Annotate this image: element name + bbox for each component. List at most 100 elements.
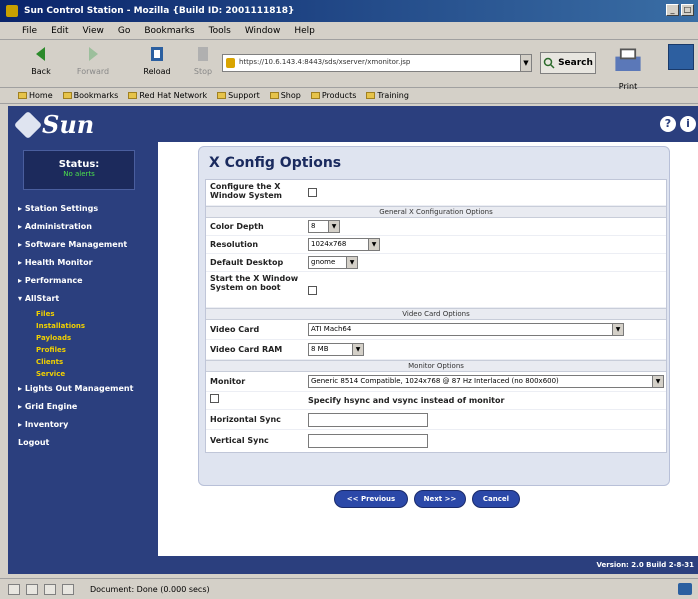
folder-icon bbox=[366, 92, 376, 99]
back-button[interactable]: Back bbox=[22, 44, 60, 76]
color-depth-label: Color Depth bbox=[210, 222, 264, 231]
wizard-buttons: << Previous Next >> Cancel bbox=[334, 490, 520, 508]
resolution-label: Resolution bbox=[210, 240, 259, 249]
sidebar-item-administration[interactable]: ▸ Administration bbox=[18, 218, 158, 236]
forward-button[interactable]: Forward bbox=[74, 44, 112, 76]
address-book-icon[interactable] bbox=[62, 583, 74, 595]
info-icon[interactable]: i bbox=[680, 116, 696, 132]
url-field[interactable]: https://10.6.143.4:8443/sds/xserver/xmon… bbox=[222, 54, 524, 72]
video-card-value: ATI Mach64 bbox=[311, 325, 352, 333]
menu-go[interactable]: Go bbox=[118, 26, 130, 36]
monitor-select[interactable]: Generic 8514 Compatible, 1024x768 @ 87 H… bbox=[308, 375, 664, 388]
status-title: Status: bbox=[58, 159, 100, 170]
bookmark-support-label: Support bbox=[228, 91, 260, 100]
search-button[interactable]: Search bbox=[540, 52, 596, 74]
sidebar-subitem-payloads[interactable]: Payloads bbox=[18, 332, 158, 344]
video-ram-label: Video Card RAM bbox=[210, 345, 283, 354]
default-desktop-label: Default Desktop bbox=[210, 258, 284, 267]
menu-edit[interactable]: Edit bbox=[51, 26, 68, 36]
color-depth-row: Color Depth 8 ▼ bbox=[206, 218, 666, 236]
specify-sync-checkbox[interactable] bbox=[210, 394, 219, 403]
search-label: Search bbox=[558, 58, 593, 68]
sidebar-item-performance[interactable]: ▸ Performance bbox=[18, 272, 158, 290]
default-desktop-value: gnome bbox=[311, 258, 336, 266]
video-card-select[interactable]: ATI Mach64 ▼ bbox=[308, 323, 624, 336]
bookmark-home[interactable]: Home bbox=[18, 91, 53, 100]
home-icon bbox=[18, 92, 27, 99]
sun-logo: Sun bbox=[13, 110, 94, 139]
security-icon[interactable] bbox=[678, 583, 692, 595]
minimize-button[interactable]: _ bbox=[666, 4, 679, 16]
next-button[interactable]: Next >> bbox=[414, 490, 466, 508]
chevron-down-icon: ▼ bbox=[612, 324, 623, 335]
menu-help[interactable]: Help bbox=[294, 26, 315, 36]
menu-tools[interactable]: Tools bbox=[209, 26, 231, 36]
sidebar-item-lights-out-management[interactable]: ▸ Lights Out Management bbox=[18, 380, 158, 398]
maximize-button[interactable]: □ bbox=[681, 4, 694, 16]
sidebar-subitem-installations[interactable]: Installations bbox=[18, 320, 158, 332]
mozilla-icon bbox=[6, 5, 18, 17]
sidebar-item-inventory[interactable]: ▸ Inventory bbox=[18, 416, 158, 434]
start-x-checkbox[interactable] bbox=[308, 286, 317, 295]
bookmark-products-label: Products bbox=[321, 91, 357, 100]
menu-view[interactable]: View bbox=[83, 26, 104, 36]
bookmark-products[interactable]: Products bbox=[310, 91, 357, 100]
reload-icon bbox=[151, 47, 163, 61]
page-title: X Config Options bbox=[209, 155, 342, 171]
menu-file[interactable]: File bbox=[22, 26, 37, 36]
window-title: Sun Control Station - Mozilla {Build ID:… bbox=[24, 6, 295, 16]
sidebar-item-grid-engine[interactable]: ▸ Grid Engine bbox=[18, 398, 158, 416]
menu-bar: File Edit View Go Bookmarks Tools Window… bbox=[0, 22, 698, 40]
configure-x-label: Configure the X Window System bbox=[210, 182, 282, 200]
bookmark-support[interactable]: Support bbox=[217, 91, 260, 100]
bookmark-shop[interactable]: Shop bbox=[269, 91, 301, 100]
url-dropdown-button[interactable]: ▼ bbox=[520, 54, 532, 72]
sidebar: Status: No alerts ▸ Station Settings ▸ A… bbox=[8, 142, 158, 574]
sidebar-item-allstart[interactable]: ▾ AllStart bbox=[18, 290, 158, 308]
sidebar-item-logout[interactable]: Logout bbox=[18, 434, 158, 452]
composer-icon[interactable] bbox=[44, 583, 56, 595]
help-icon[interactable]: ? bbox=[660, 116, 676, 132]
sidebar-item-station-settings[interactable]: ▸ Station Settings bbox=[18, 200, 158, 218]
resolution-select[interactable]: 1024x768 ▼ bbox=[308, 238, 380, 251]
sidebar-item-software-management[interactable]: ▸ Software Management bbox=[18, 236, 158, 254]
menu-bookmarks[interactable]: Bookmarks bbox=[144, 26, 194, 36]
video-section-header: Video Card Options bbox=[206, 308, 666, 320]
sidebar-item-health-monitor[interactable]: ▸ Health Monitor bbox=[18, 254, 158, 272]
back-arrow-icon bbox=[36, 47, 45, 61]
bookmark-red-hat-network[interactable]: Red Hat Network bbox=[128, 91, 207, 100]
back-label: Back bbox=[31, 67, 51, 76]
sidebar-subitem-profiles[interactable]: Profiles bbox=[18, 344, 158, 356]
stop-button[interactable]: Stop bbox=[184, 44, 222, 76]
default-desktop-select[interactable]: gnome ▼ bbox=[308, 256, 358, 269]
navigator-icon[interactable] bbox=[8, 583, 20, 595]
bookmark-bookmarks[interactable]: Bookmarks bbox=[62, 91, 118, 100]
lock-icon bbox=[226, 58, 235, 68]
sidebar-subitem-clients[interactable]: Clients bbox=[18, 356, 158, 368]
default-desktop-row: Default Desktop gnome ▼ bbox=[206, 254, 666, 272]
video-ram-select[interactable]: 8 MB ▼ bbox=[308, 343, 364, 356]
forward-label: Forward bbox=[76, 67, 110, 76]
search-icon bbox=[543, 57, 555, 69]
bookmark-training[interactable]: Training bbox=[366, 91, 409, 100]
configure-x-checkbox[interactable] bbox=[308, 188, 317, 197]
hsync-input[interactable] bbox=[308, 413, 428, 427]
bookmarks-icon bbox=[62, 92, 72, 99]
previous-button[interactable]: << Previous bbox=[334, 490, 408, 508]
folder-icon bbox=[310, 92, 320, 99]
print-button[interactable]: Print bbox=[610, 44, 646, 91]
reload-button[interactable]: Reload bbox=[138, 44, 176, 76]
navigation-toolbar: Back Forward Reload Stop https://10.6.14… bbox=[0, 40, 698, 91]
vsync-input[interactable] bbox=[308, 434, 428, 448]
sun-diamond-icon bbox=[13, 110, 43, 139]
mail-icon[interactable] bbox=[26, 583, 38, 595]
cancel-button[interactable]: Cancel bbox=[472, 490, 520, 508]
sidebar-subitem-files[interactable]: Files bbox=[18, 308, 158, 320]
window-title-bar: Sun Control Station - Mozilla {Build ID:… bbox=[0, 0, 698, 22]
status-text: Document: Done (0.000 secs) bbox=[90, 584, 210, 594]
menu-window[interactable]: Window bbox=[245, 26, 281, 36]
color-depth-select[interactable]: 8 ▼ bbox=[308, 220, 340, 233]
x-config-panel: X Config Options Configure the X Window … bbox=[198, 146, 670, 486]
sidebar-subitem-service[interactable]: Service bbox=[18, 368, 158, 380]
specify-sync-row: Specify hsync and vsync instead of monit… bbox=[206, 392, 666, 410]
